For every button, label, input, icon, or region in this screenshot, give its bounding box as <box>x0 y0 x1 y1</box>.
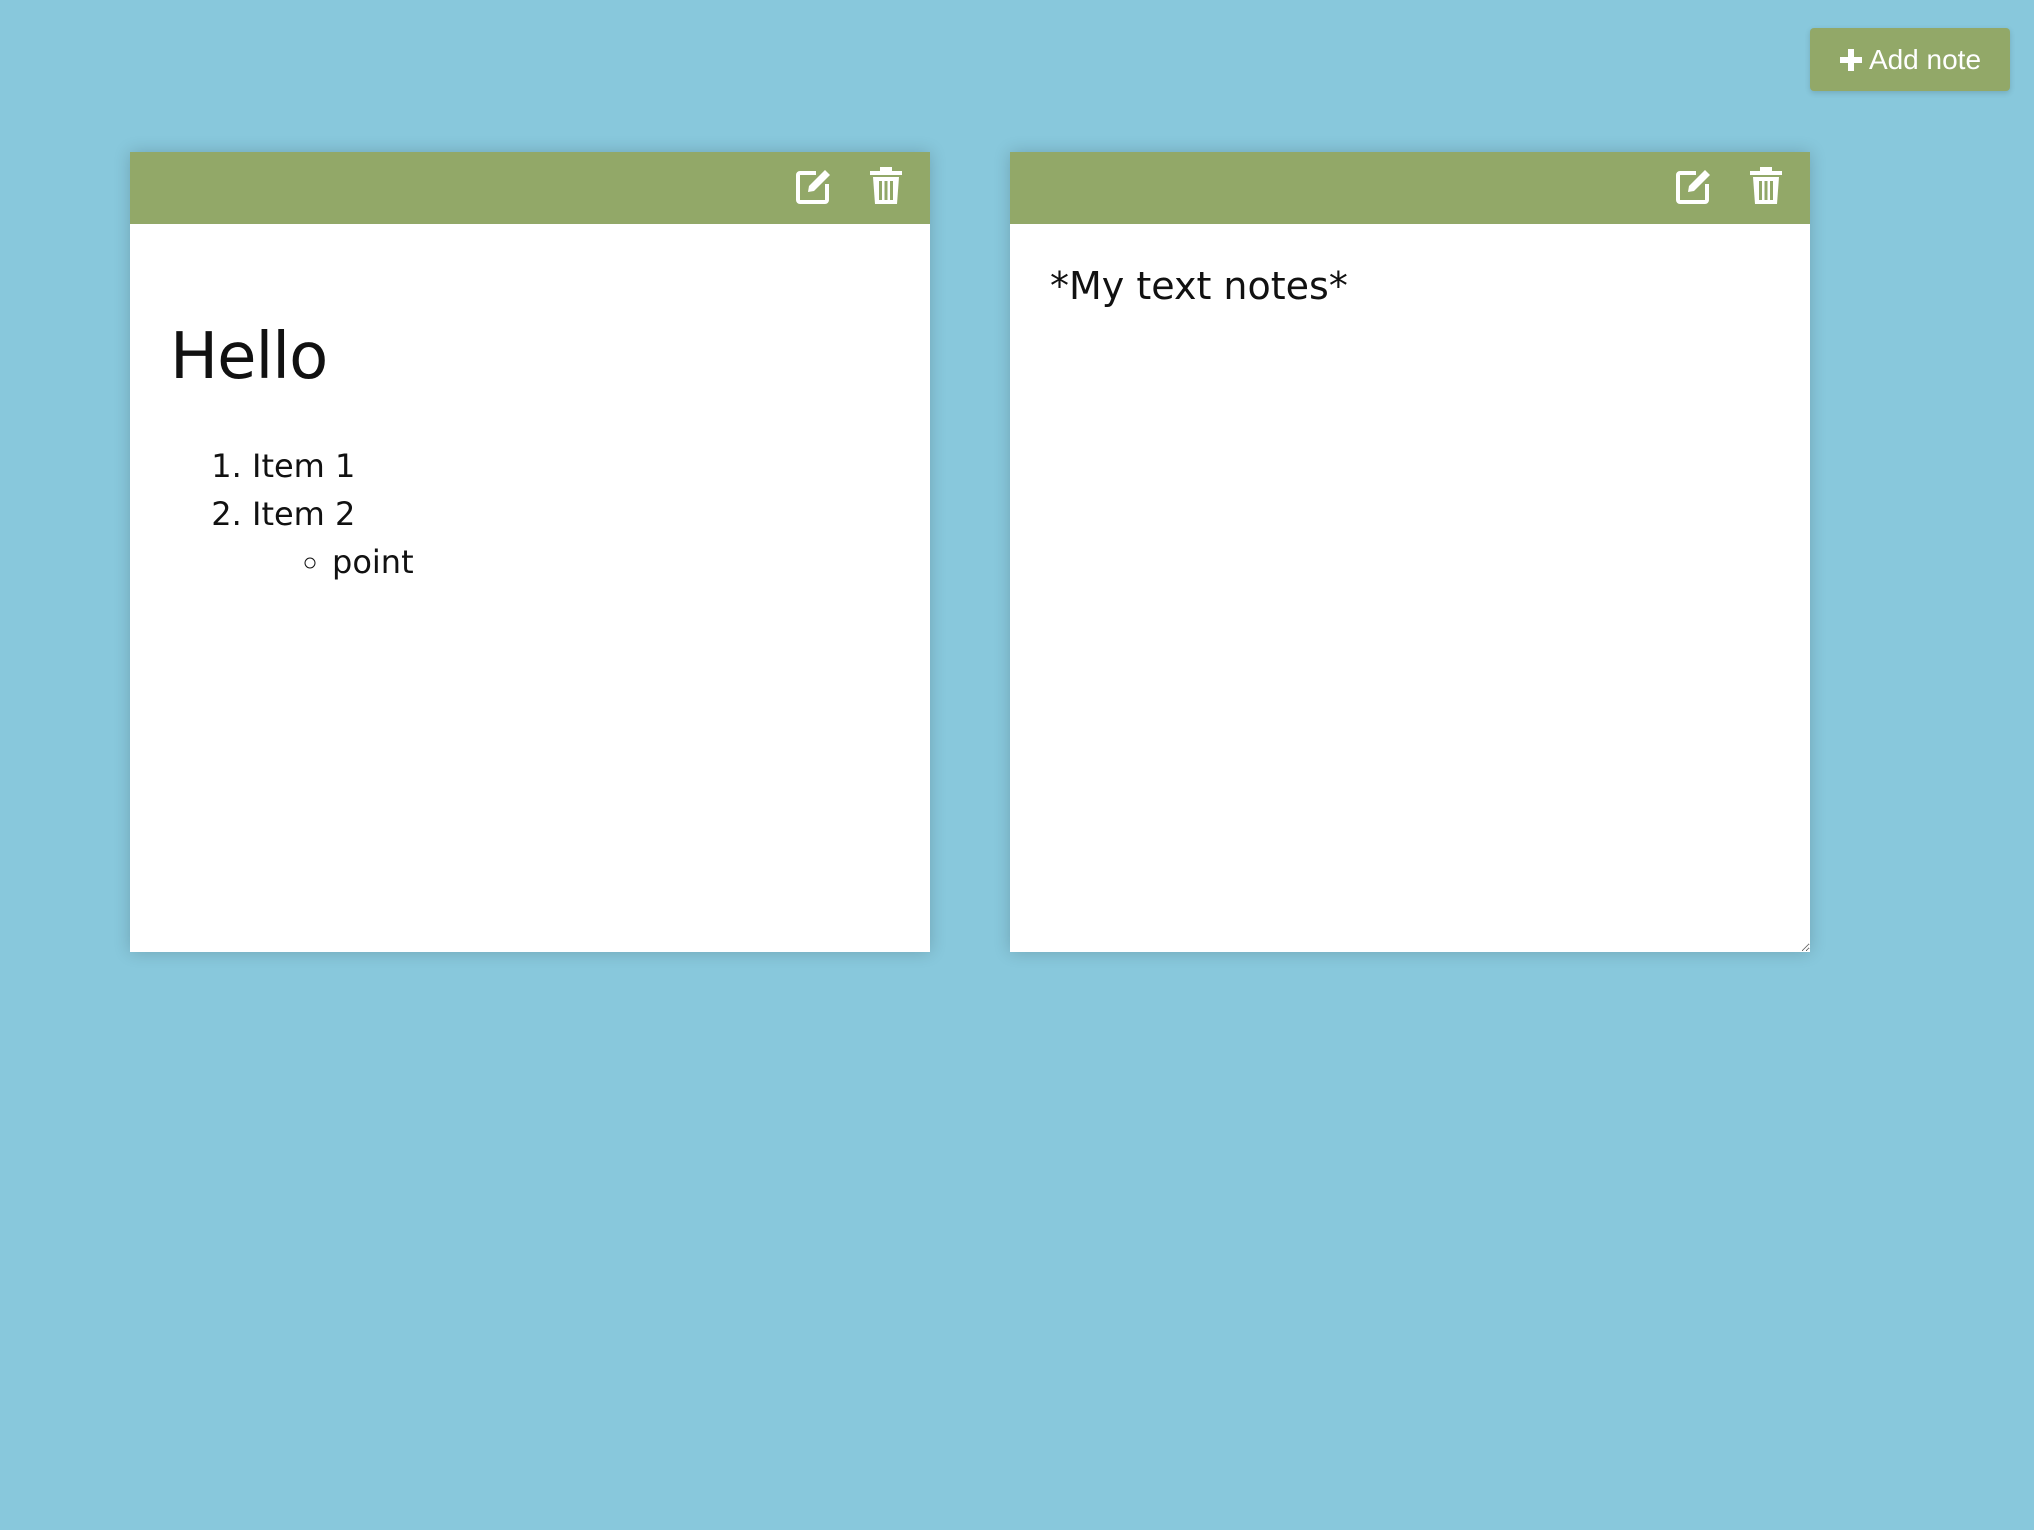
plus-icon <box>1839 48 1863 72</box>
list-item-label: Item 2 <box>252 495 356 533</box>
add-note-label: Add note <box>1868 43 1982 75</box>
note-toolbar <box>1010 152 1810 224</box>
list-item: Item 1 <box>252 442 890 490</box>
edit-note-button[interactable] <box>794 168 834 208</box>
note-textarea[interactable]: *My text notes* <box>1010 224 1810 952</box>
trash-icon <box>1748 166 1784 210</box>
note-card: Hello Item 1 Item 2 point <box>130 152 930 952</box>
trash-icon <box>868 166 904 210</box>
edit-note-button[interactable] <box>1674 168 1714 208</box>
note-preview: Hello Item 1 Item 2 point <box>130 224 930 626</box>
edit-icon <box>1674 166 1714 210</box>
edit-icon <box>794 166 834 210</box>
note-card: *My text notes* <box>1010 152 1810 952</box>
note-heading: Hello <box>170 320 328 394</box>
add-note-button[interactable]: Add note <box>1810 28 2010 91</box>
list-item: Item 2 point <box>252 490 890 586</box>
ordered-list: Item 1 Item 2 point <box>170 442 890 586</box>
nested-list: point <box>252 538 890 586</box>
list-item: point <box>332 538 890 586</box>
delete-note-button[interactable] <box>866 166 906 210</box>
delete-note-button[interactable] <box>1746 166 1786 210</box>
note-toolbar <box>130 152 930 224</box>
